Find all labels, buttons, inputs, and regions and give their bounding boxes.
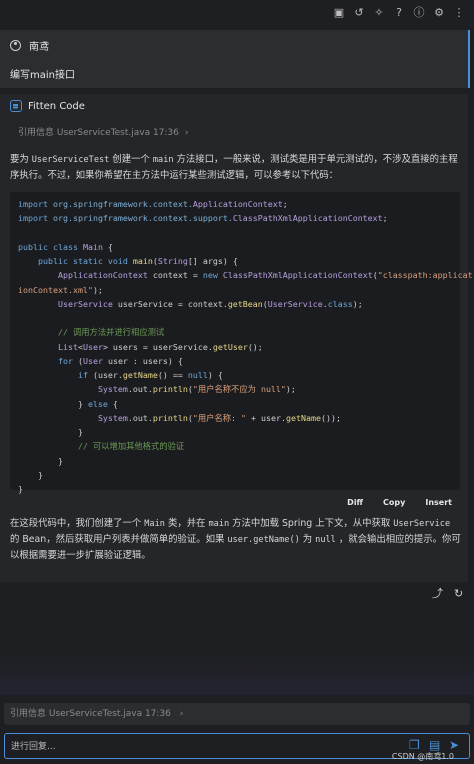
intro-paragraph: 要为 UserServiceTest 创建一个 main 方法接口，一般来说，测…: [10, 154, 458, 181]
footer-reference[interactable]: 引用信息 UserServiceTest.java 17:36 ›: [4, 703, 470, 725]
code-block[interactable]: import org.springframework.context.Appli…: [10, 192, 473, 494]
inline-code: main: [152, 155, 174, 165]
user-message-text: 编写main接口: [10, 70, 75, 81]
code-content: import org.springframework.context.Appli…: [18, 199, 473, 494]
username: 南鸢: [29, 42, 49, 53]
diff-button[interactable]: Diff: [347, 498, 363, 507]
assistant-name: Fitten Code: [28, 100, 85, 112]
user-avatar-icon: [10, 40, 21, 51]
top-toolbar: ▣ ↺ ✧ ? ⓘ ⚙ ⋮: [0, 0, 474, 28]
info-icon[interactable]: ⓘ: [412, 6, 426, 20]
copy-icon[interactable]: ❐: [409, 738, 423, 752]
inline-code: UserServiceTest: [31, 155, 110, 165]
reference-text: 引用信息 UserServiceTest.java 17:36: [18, 128, 179, 138]
toolbar-icons: ▣ ↺ ✧ ? ⓘ ⚙ ⋮: [332, 6, 466, 20]
chevron-right-icon: ›: [179, 709, 184, 719]
history-icon[interactable]: ↺: [352, 6, 366, 20]
summary-paragraph: 在这段代码中，我们创建了一个 Main 类，并在 main 方法中加载 Spri…: [10, 518, 461, 561]
image-icon[interactable]: ▤: [429, 738, 443, 752]
send-icon[interactable]: ➤: [449, 738, 463, 752]
divider-glow: [0, 655, 474, 695]
reply-input[interactable]: [9, 738, 393, 756]
chevron-right-icon: ›: [184, 128, 189, 138]
copy-button[interactable]: Copy: [383, 498, 405, 507]
insert-button[interactable]: Insert: [425, 498, 452, 507]
regenerate-icon[interactable]: ↻: [454, 588, 466, 600]
more-icon[interactable]: ⋮: [452, 6, 466, 20]
fitten-logo-icon: [10, 100, 22, 112]
chat-icon[interactable]: ▣: [332, 6, 346, 20]
magic-icon[interactable]: ✧: [372, 6, 386, 20]
help-icon[interactable]: ?: [392, 6, 406, 20]
footer-reference-text: 引用信息 UserServiceTest.java 17:36: [10, 709, 171, 719]
code-actions: Diff Copy Insert: [347, 498, 452, 507]
ai-response: Fitten Code 引用信息 UserServiceTest.java 17…: [0, 94, 473, 582]
response-actions: ⤴ ↻: [432, 588, 466, 600]
share-icon[interactable]: ⤴: [432, 588, 444, 600]
watermark: CSDN @南鸢1.0: [391, 752, 454, 761]
settings-icon[interactable]: ⚙: [432, 6, 446, 20]
user-message: 南鸢 编写main接口: [0, 30, 470, 88]
reference-info[interactable]: 引用信息 UserServiceTest.java 17:36 ›: [18, 125, 189, 138]
